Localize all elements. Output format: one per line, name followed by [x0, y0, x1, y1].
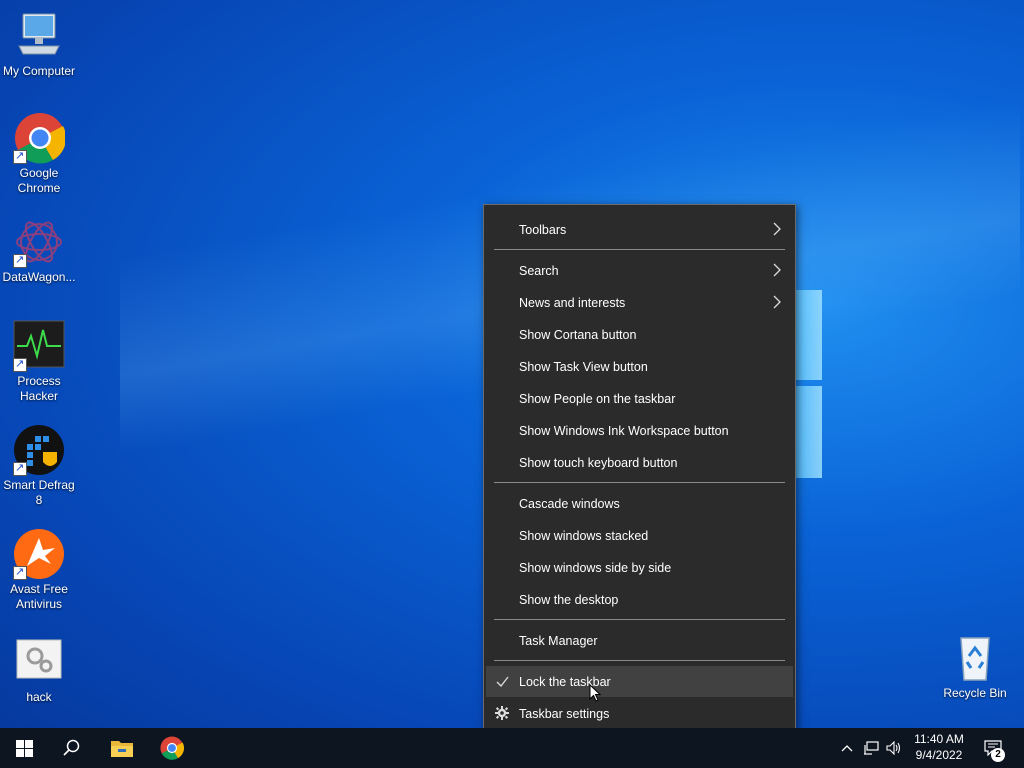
menu-separator: [494, 660, 785, 661]
desktop-icon-smart-defrag[interactable]: Smart Defrag 8: [0, 424, 78, 508]
desktop-icon-label: Process Hacker: [17, 374, 61, 403]
menu-item-label: Show Cortana button: [519, 327, 637, 342]
menu-item-show-windows-side-by-side[interactable]: Show windows side by side: [486, 552, 793, 583]
start-button[interactable]: [0, 728, 48, 768]
chevron-up-icon: [841, 745, 853, 752]
search-icon: [63, 739, 80, 756]
chrome-icon: [13, 112, 67, 164]
desktop-icon-label: Avast Free Antivirus: [10, 582, 68, 611]
volume-icon: [886, 741, 901, 755]
network-button[interactable]: [860, 728, 882, 768]
taskbar-search-button[interactable]: [48, 728, 96, 768]
menu-item-show-cortana[interactable]: Show Cortana button: [486, 319, 793, 350]
recycle-bin-icon: [949, 632, 1001, 684]
hack-icon: [13, 636, 65, 688]
menu-item-label: Show Windows Ink Workspace button: [519, 423, 729, 438]
file-explorer-icon: [111, 741, 133, 757]
desktop-icon-my-computer[interactable]: My Computer: [0, 10, 78, 79]
mouse-cursor-icon: [589, 684, 601, 702]
show-hidden-icons-button[interactable]: [836, 728, 858, 768]
taskbar-clock[interactable]: 11:40 AM 9/4/2022: [904, 731, 974, 763]
shortcut-arrow-icon: [13, 565, 27, 580]
desktop-icon-google-chrome[interactable]: Google Chrome: [0, 112, 78, 196]
smart-defrag-icon: [13, 424, 65, 476]
menu-item-search[interactable]: Search: [486, 255, 793, 286]
menu-item-toolbars[interactable]: Toolbars: [486, 214, 793, 245]
shortcut-arrow-icon: [13, 461, 27, 476]
desktop-icon-recycle-bin[interactable]: Recycle Bin: [936, 632, 1014, 701]
notification-count-badge: 2: [991, 748, 1005, 762]
clock-date: 9/4/2022: [915, 748, 963, 762]
desktop-icon-process-hacker[interactable]: Process Hacker: [0, 320, 78, 404]
menu-item-show-windows-ink[interactable]: Show Windows Ink Workspace button: [486, 415, 793, 446]
menu-separator: [494, 249, 785, 250]
checkmark-icon: [495, 674, 509, 688]
menu-item-label: Show Task View button: [519, 359, 648, 374]
gear-icon: [495, 706, 509, 720]
desktop-icon-label: Recycle Bin: [943, 686, 1007, 700]
taskbar[interactable]: 11:40 AM 9/4/2022: [0, 728, 1024, 768]
computer-icon: [13, 10, 65, 62]
menu-item-cascade-windows[interactable]: Cascade windows: [486, 488, 793, 519]
taskbar-file-explorer[interactable]: [98, 728, 146, 768]
process-hacker-icon: [13, 320, 65, 372]
menu-item-show-windows-stacked[interactable]: Show windows stacked: [486, 520, 793, 551]
clock-time: 11:40 AM: [914, 732, 964, 746]
shortcut-arrow-icon: [13, 357, 27, 372]
menu-item-label: Show People on the taskbar: [519, 391, 676, 406]
chrome-icon: [160, 736, 184, 760]
menu-item-show-task-view[interactable]: Show Task View button: [486, 351, 793, 382]
desktop-icon-datawagon[interactable]: DataWagon...: [0, 216, 78, 285]
volume-button[interactable]: [883, 728, 905, 768]
desktop-icon-label: DataWagon...: [2, 270, 76, 284]
menu-item-show-people[interactable]: Show People on the taskbar: [486, 383, 793, 414]
menu-separator: [494, 619, 785, 620]
menu-item-show-touch-keyboard[interactable]: Show touch keyboard button: [486, 447, 793, 478]
submenu-arrow-icon: [773, 222, 781, 236]
desktop-icon-label: hack: [26, 690, 52, 704]
menu-item-label: Cascade windows: [519, 496, 620, 511]
desktop-icon-hack[interactable]: hack: [0, 636, 78, 705]
windows-wallpaper-logo: [796, 290, 824, 480]
menu-item-lock-the-taskbar[interactable]: Lock the taskbar: [486, 666, 793, 697]
desktop-icon-avast[interactable]: Avast Free Antivirus: [0, 528, 78, 612]
desktop-icon-label: Google Chrome: [17, 166, 61, 195]
avast-icon: [13, 528, 65, 580]
menu-item-show-the-desktop[interactable]: Show the desktop: [486, 584, 793, 615]
shortcut-arrow-icon: [13, 253, 27, 268]
menu-item-news-and-interests[interactable]: News and interests: [486, 287, 793, 318]
desktop-icon-label: Smart Defrag 8: [3, 478, 75, 507]
taskbar-chrome[interactable]: [148, 728, 196, 768]
submenu-arrow-icon: [773, 263, 781, 277]
datawagon-icon: [13, 216, 65, 268]
action-center-button[interactable]: [978, 728, 1008, 768]
menu-item-label: Show windows side by side: [519, 560, 672, 575]
menu-item-label: Toolbars: [519, 222, 567, 237]
shortcut-arrow-icon: [13, 149, 27, 164]
menu-item-label: Search: [519, 263, 559, 278]
menu-item-label: Show windows stacked: [519, 528, 649, 543]
network-icon: [864, 741, 879, 755]
desktop-icon-label: My Computer: [2, 64, 76, 78]
submenu-arrow-icon: [773, 295, 781, 309]
menu-item-label: Task Manager: [519, 633, 598, 648]
menu-separator: [494, 482, 785, 483]
menu-item-task-manager[interactable]: Task Manager: [486, 625, 793, 656]
menu-item-label: Show the desktop: [519, 592, 619, 607]
menu-item-label: News and interests: [519, 295, 626, 310]
menu-item-label: Show touch keyboard button: [519, 455, 678, 470]
menu-item-label: Taskbar settings: [519, 706, 610, 721]
menu-item-taskbar-settings[interactable]: Taskbar settings: [486, 698, 793, 729]
windows-start-icon: [15, 739, 33, 757]
taskbar-context-menu: Toolbars Search News and interests Show …: [483, 204, 796, 738]
